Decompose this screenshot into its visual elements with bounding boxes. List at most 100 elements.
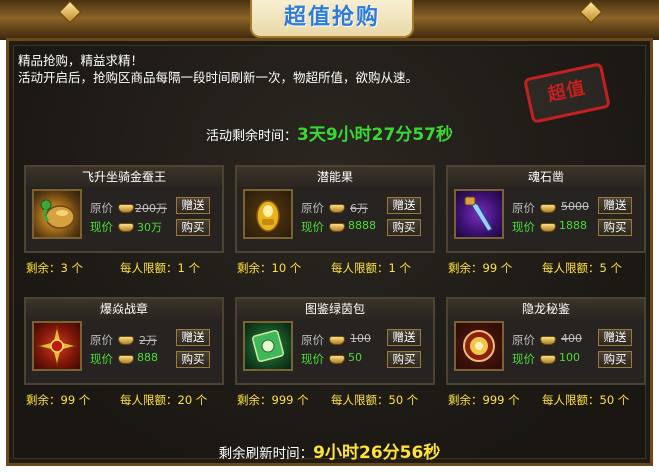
gift-button[interactable]: 赠送: [176, 329, 210, 346]
dragon-mirror-icon[interactable]: [454, 321, 504, 371]
remaining-label: 剩余：: [237, 261, 272, 275]
buy-button[interactable]: 购买: [176, 219, 210, 236]
remaining-label: 剩余：: [26, 261, 61, 275]
original-price-value: 6万: [350, 202, 368, 215]
green-pack-icon[interactable]: [243, 321, 293, 371]
limit-label: 每人限额：: [331, 261, 389, 275]
shop-item-card: 图鉴绿茵包 原价 100 现价 50 赠送 购买: [235, 297, 435, 385]
intro-text: 精品抢购，精益求精！ 活动开启后，抢购区商品每隔一段时间刷新一次，物超所值，欲购…: [18, 52, 418, 86]
current-price-label: 现价: [301, 220, 324, 234]
gift-button[interactable]: 赠送: [598, 329, 632, 346]
limit-count: 50: [388, 393, 404, 407]
remaining-count: 999: [271, 393, 294, 407]
buy-button[interactable]: 购买: [387, 219, 421, 236]
limit-info: 每人限额：50 个: [331, 392, 418, 408]
limit-info: 每人限额：1 个: [331, 260, 411, 276]
buy-button[interactable]: 购买: [176, 351, 210, 368]
gold-ingot-icon: [329, 223, 345, 232]
current-price-value: 50: [348, 351, 362, 364]
unit-label: 个: [610, 261, 622, 275]
buy-button[interactable]: 购买: [387, 351, 421, 368]
potential-fruit-icon[interactable]: [243, 189, 293, 239]
refresh-timer: 剩余刷新时间：9小时26分56秒: [0, 438, 659, 463]
current-price-value: 888: [137, 351, 158, 364]
remaining-count: 99: [60, 393, 76, 407]
remaining-label: 剩余：: [448, 393, 483, 407]
refresh-timer-value: 9小时26分56秒: [313, 443, 441, 463]
shop-item-card: 魂石凿 原价 5000 现价 1888 赠送 购买: [446, 165, 646, 253]
game-window: 超值抢购 精品抢购，精益求精！ 活动开启后，抢购区商品每隔一段时间刷新一次，物超…: [0, 0, 659, 473]
golden-silkworm-icon[interactable]: [32, 189, 82, 239]
gold-ingot-icon: [540, 204, 556, 213]
item-name: 隐龙秘鉴: [448, 299, 644, 319]
shop-item-card: 飞升坐骑金蚕王 原价 200万 现价 30万 赠送 购买: [24, 165, 224, 253]
original-price-value: 2万: [139, 334, 157, 347]
limit-info: 每人限额：1 个: [120, 260, 200, 276]
current-price-label: 现价: [90, 220, 113, 234]
limit-count: 50: [599, 393, 615, 407]
unit-label: 个: [406, 393, 419, 407]
gift-button[interactable]: 赠送: [598, 197, 632, 214]
remaining-label: 剩余：: [237, 393, 272, 407]
current-price-value: 8888: [348, 219, 376, 232]
limit-count: 1: [388, 261, 396, 275]
current-price-value: 100: [559, 351, 580, 364]
buy-button[interactable]: 购买: [598, 351, 632, 368]
remaining-count: 999: [482, 393, 505, 407]
gold-ingot-icon: [329, 204, 345, 213]
unit-label: 个: [297, 393, 309, 407]
limit-count: 20: [177, 393, 193, 407]
stock-info: 剩余：10 个: [237, 260, 301, 276]
current-price-label: 现价: [512, 352, 535, 366]
buy-button[interactable]: 购买: [598, 219, 632, 236]
item-name: 爆焱战章: [26, 299, 222, 319]
original-price-label: 原价: [301, 333, 324, 347]
original-price-value: 200万: [135, 202, 167, 215]
limit-info: 每人限额：20 个: [120, 392, 207, 408]
stock-info: 剩余：999 个: [237, 392, 309, 408]
gold-ingot-icon: [329, 355, 345, 364]
refresh-timer-label: 剩余刷新时间：: [218, 446, 314, 462]
intro-line-2: 活动开启后，抢购区商品每隔一段时间刷新一次，物超所值，欲购从速。: [18, 70, 419, 85]
current-price-label: 现价: [301, 352, 324, 366]
flame-war-badge-icon[interactable]: [32, 321, 82, 371]
activity-timer-value: 3天9小时27分57秒: [297, 125, 453, 145]
remaining-label: 剩余：: [26, 393, 61, 407]
shop-item-card: 潜能果 原价 6万 现价 8888 赠送 购买: [235, 165, 435, 253]
original-price-value: 100: [350, 332, 371, 345]
stock-info: 剩余：3 个: [26, 260, 83, 276]
gift-button[interactable]: 赠送: [387, 329, 421, 346]
activity-timer: 活动剩余时间：3天9小时27分57秒: [0, 120, 659, 145]
limit-label: 每人限额：: [120, 393, 178, 407]
gift-button[interactable]: 赠送: [176, 197, 210, 214]
shop-item-card: 爆焱战章 原价 2万 现价 888 赠送 购买: [24, 297, 224, 385]
gold-ingot-icon: [118, 336, 134, 345]
shop-item-card: 隐龙秘鉴 原价 400 现价 100 赠送 购买: [446, 297, 646, 385]
gold-ingot-icon: [540, 355, 556, 364]
original-price-label: 原价: [90, 201, 113, 215]
item-name: 潜能果: [237, 167, 433, 187]
intro-line-1: 精品抢购，精益求精！: [18, 53, 144, 68]
unit-label: 个: [617, 393, 630, 407]
gift-button[interactable]: 赠送: [387, 197, 421, 214]
soul-chisel-icon[interactable]: [454, 189, 504, 239]
gold-ingot-icon: [118, 223, 134, 232]
window-title: 超值抢购: [283, 5, 380, 30]
unit-label: 个: [399, 261, 411, 275]
unit-label: 个: [508, 393, 520, 407]
limit-label: 每人限额：: [331, 393, 389, 407]
remaining-count: 10: [271, 261, 287, 275]
gold-ingot-icon: [118, 204, 134, 213]
unit-label: 个: [500, 261, 513, 275]
unit-label: 个: [78, 393, 91, 407]
limit-count: 1: [177, 261, 185, 275]
limit-info: 每人限额：50 个: [542, 392, 629, 408]
unit-label: 个: [188, 261, 200, 275]
limit-label: 每人限额：: [542, 393, 600, 407]
current-price-label: 现价: [512, 220, 535, 234]
limit-label: 每人限额：: [120, 261, 178, 275]
unit-label: 个: [289, 261, 302, 275]
limit-label: 每人限额：: [542, 261, 600, 275]
stock-info: 剩余：99 个: [26, 392, 90, 408]
gold-ingot-icon: [329, 336, 345, 345]
